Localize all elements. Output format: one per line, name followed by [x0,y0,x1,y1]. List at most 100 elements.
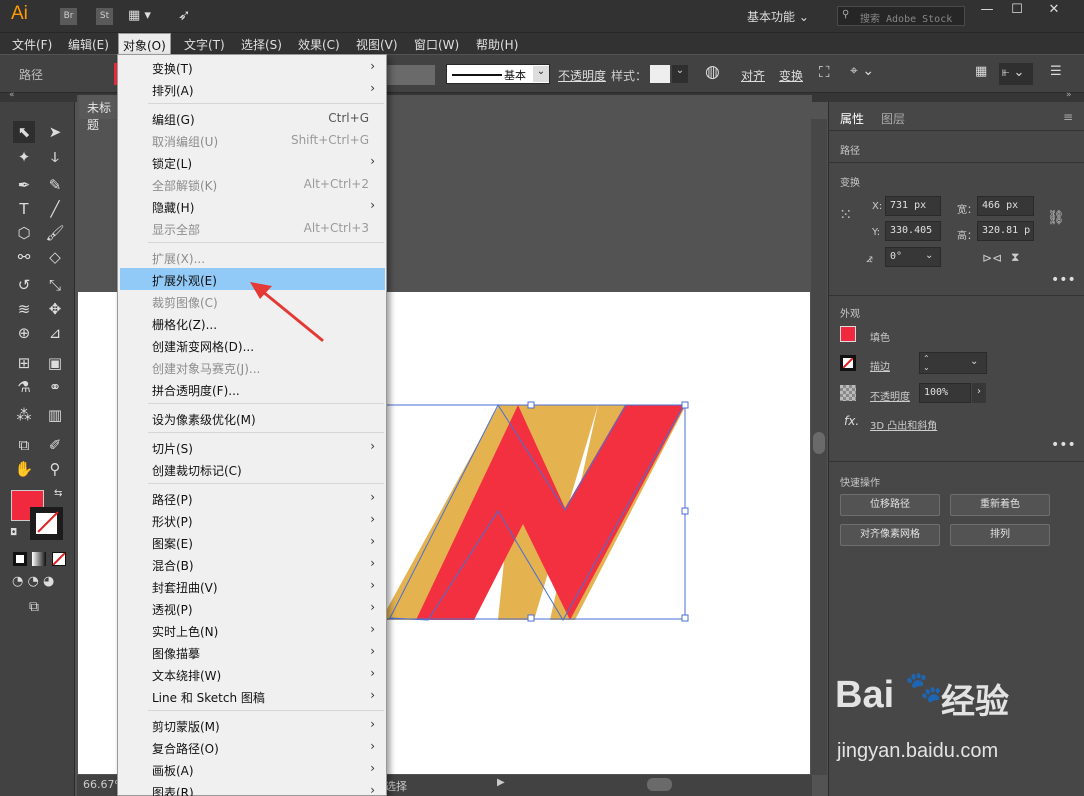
opacity-link[interactable]: 不透明度 [558,67,606,84]
line-tool-icon[interactable]: ╱ [44,198,66,220]
direct-selection-tool-icon[interactable]: ➤ [44,121,66,143]
gradient-mode-icon[interactable] [32,552,46,566]
hscroll-thumb[interactable] [647,778,672,791]
width-tool-icon[interactable]: ≋ [13,298,35,320]
isolate-icon[interactable]: ⛶ [819,63,830,81]
play-icon[interactable]: ▶ [497,777,505,788]
handle-top[interactable] [527,401,535,409]
menu-item[interactable]: 图案(E) › [120,531,385,553]
none-mode-icon[interactable] [52,552,66,566]
menu-window[interactable]: 窗口(W) [414,36,459,53]
menu-view[interactable]: 视图(V) [356,36,398,53]
artboard-tool-icon[interactable]: ⧉ [13,434,35,456]
transform-link[interactable]: 变换 [779,67,803,84]
graphic-style-swatch[interactable] [650,65,670,83]
vertical-scrollbar[interactable] [811,119,827,775]
menu-list-icon[interactable]: ☰ [1050,64,1062,79]
tab-layers[interactable]: 图层 [881,110,905,127]
workspace-switcher[interactable]: 基本功能 ⌄ [747,8,809,25]
recolor-icon[interactable]: ◍ [705,62,720,82]
gpu-rocket-icon[interactable]: ➶ [178,6,191,24]
tab-properties[interactable]: 属性 [840,110,864,127]
more-options-icon[interactable]: ••• [1051,272,1076,288]
menu-item[interactable]: 排列(A) › [120,78,385,100]
stroke-style-dropdown[interactable]: 基本 ⌄ [446,64,550,84]
selection-tool-icon[interactable]: ⬉ [13,121,35,143]
constrain-link-icon[interactable]: ⛓ [1047,210,1065,226]
opacity-label[interactable]: 不透明度 [870,388,910,403]
blend-tool-icon[interactable]: ⚭ [44,376,66,398]
menu-item[interactable]: 剪切蒙版(M) › [120,714,385,736]
eyedropper-icon[interactable]: ⚗ [13,376,35,398]
curvature-tool-icon[interactable]: ✎ [44,174,66,196]
menu-item[interactable]: 切片(S) › [120,436,385,458]
maximize-button[interactable]: ☐ [1003,2,1031,20]
eraser-tool-icon[interactable]: ◇ [44,246,66,268]
screen-mode-icon[interactable]: ⧉ [29,599,39,615]
mesh-tool-icon[interactable]: ⊞ [13,352,35,374]
stock-button[interactable]: St [96,8,113,25]
shaper-tool-icon[interactable]: ⚯ [13,246,35,268]
menu-effect[interactable]: 效果(C) [298,36,340,53]
puppet-warp-tool-icon[interactable]: ✥ [44,298,66,320]
symbol-sprayer-icon[interactable]: ⁂ [13,404,35,426]
y-field[interactable]: 330.405 [885,221,941,241]
menu-item[interactable]: 复合路径(O) › [120,736,385,758]
menu-item[interactable]: 透视(P) › [120,597,385,619]
hand-tool-icon[interactable]: ✋ [13,458,35,480]
recolor-button[interactable]: 重新着色 [950,494,1050,516]
zoom-tool-icon[interactable]: ⚲ [44,458,66,480]
menu-item[interactable]: 路径(P) › [120,487,385,509]
collapse-right-icon[interactable]: » [1066,90,1072,100]
bridge-button[interactable]: Br [60,8,77,25]
puppet-warp-icon[interactable]: ⌖ ⌄ [850,63,874,79]
panel-grid-icon[interactable]: ▦ [975,64,987,79]
scale-tool-icon[interactable]: ⤡ [44,274,66,296]
gradient-tool-icon[interactable]: ▣ [44,352,66,374]
panel-menu-icon[interactable]: ≡ [1063,110,1073,124]
menu-edit[interactable]: 编辑(E) [68,36,109,53]
pen-tool-icon[interactable]: ✒ [13,174,35,196]
menu-item[interactable]: 文本绕排(W) › [120,663,385,685]
handle-bottom-right[interactable] [681,614,689,622]
arrange-documents-icon[interactable]: ▦ ▾ [128,8,151,23]
width-field[interactable]: 466 px [977,196,1034,216]
fill-swatch[interactable] [840,326,856,342]
menu-item[interactable]: 封套扭曲(V) › [120,575,385,597]
flip-vertical-icon[interactable]: ⧗ [1011,250,1019,265]
document-tab[interactable]: 未标题 [79,95,119,132]
stroke-swatch[interactable] [840,355,856,371]
menu-item[interactable]: 混合(B) › [120,553,385,575]
menu-item[interactable]: 拼合透明度(F)... [120,378,385,400]
menu-item[interactable]: 锁定(L) › [120,151,385,173]
type-tool-icon[interactable]: T [13,198,35,220]
shape-builder-icon[interactable]: ⊕ [13,322,35,344]
stroke-weight-field[interactable]: ⌄ ⌃ ⌄ [919,352,987,374]
arrange-panel-icon[interactable]: ⫦ ⌄ [999,63,1033,85]
offset-path-button[interactable]: 位移路径 [840,494,940,516]
stroke-weight-field[interactable] [387,65,435,85]
draw-mode-icon[interactable]: ◔ ◔ ◕ [12,574,54,589]
magic-wand-icon[interactable]: ✦ [13,146,35,168]
menu-type[interactable]: 文字(T) [184,36,225,53]
arrange-button[interactable]: 排列 [950,524,1050,546]
reference-point-icon[interactable]: ⁙ [839,205,852,224]
opacity-field[interactable]: 100% [919,383,971,403]
menu-item[interactable]: 图像描摹 › [120,641,385,663]
menu-item[interactable]: 设为像素级优化(M) [120,407,385,429]
minimize-button[interactable]: — [973,2,1001,20]
handle-right[interactable] [681,507,689,515]
menu-help[interactable]: 帮助(H) [476,36,518,53]
menu-item[interactable]: 实时上色(N) › [120,619,385,641]
menu-file[interactable]: 文件(F) [12,36,52,53]
menu-item[interactable]: 图表(R) › [120,780,385,796]
align-pixel-grid-button[interactable]: 对齐像素网格 [840,524,940,546]
rotate-tool-icon[interactable]: ↺ [13,274,35,296]
paintbrush-icon[interactable]: 🖌 [44,222,66,244]
menu-item[interactable]: 编组(G) Ctrl+G [120,107,385,129]
swap-colors-icon[interactable]: ⇆ [54,488,62,499]
collapse-left-icon[interactable]: « [9,90,15,100]
chevron-down-icon[interactable]: ⌄ [925,250,933,261]
graph-tool-icon[interactable]: ▥ [44,404,66,426]
stock-search-input[interactable]: 搜索 Adobe Stock [837,6,965,26]
